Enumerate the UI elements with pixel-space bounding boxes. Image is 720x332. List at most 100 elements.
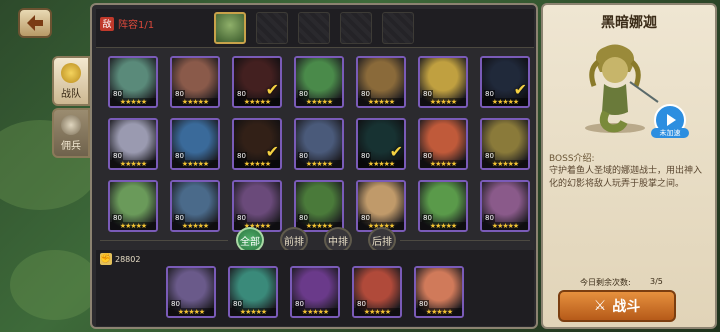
hero-stars: ★★★★★ [420,98,466,106]
hero-card[interactable]: 80 ★★★★★ [294,118,344,170]
hero-card[interactable]: 80 ★★★★★ ✔ [356,118,406,170]
selected-check-icon: ✔ [389,142,403,161]
hero-card[interactable]: 80 ★★★★★ [232,180,282,232]
hero-card[interactable]: 80 ★★★★★ [414,266,464,318]
hero-card[interactable]: 80 ★★★★★ [108,180,158,232]
background-foliage [10,250,100,320]
hero-stars: ★★★★★ [482,160,528,168]
back-button[interactable] [18,8,52,38]
hero-level: 80 [174,90,185,98]
hero-card[interactable]: 80 ★★★★★ [170,180,220,232]
hero-stars: ★★★★★ [296,98,342,106]
hero-grid: 80 ★★★★★ 80 ★★★★★ 80 ★★★★★ ✔ 80 ★★★★★ 80 ★★★★★ 80 ★★… [96,50,534,238]
hero-level: 80 [418,300,429,308]
hero-card[interactable]: 80 ★★★★★ [294,56,344,108]
hero-level: 80 [360,152,371,160]
hero-level: 80 [174,152,185,160]
tab-mercenary-label: 佣兵 [61,140,81,152]
hero-level: 80 [356,300,367,308]
hero-card[interactable]: 80 ★★★★★ ✔ [232,118,282,170]
team-power-value: 28802 [115,254,141,264]
formation-slot-empty[interactable] [256,12,288,44]
hero-level: 80 [360,214,371,222]
crossed-swords-icon: ⚔ [593,298,607,314]
hero-level: 80 [232,300,243,308]
hero-stars: ★★★★★ [172,160,218,168]
hero-card[interactable]: 80 ★★★★★ [480,118,530,170]
hero-card[interactable]: 80 ★★★★★ [108,56,158,108]
hero-stars: ★★★★★ [172,98,218,106]
hero-stars: ★★★★★ [168,308,214,316]
play-icon [667,114,676,126]
hero-card[interactable]: 80 ★★★★★ [418,180,468,232]
formation-label: 阵容1/1 [118,20,155,31]
hero-card[interactable]: 80 ★★★★★ [418,56,468,108]
formation-slot-empty[interactable] [382,12,414,44]
hero-stars: ★★★★★ [110,98,156,106]
hero-card[interactable]: 80 ★★★★★ [480,180,530,232]
hero-level: 80 [236,214,247,222]
hero-stars: ★★★★★ [234,160,280,168]
hero-level: 80 [112,152,123,160]
hero-stars: ★★★★★ [354,308,400,316]
hero-stars: ★★★★★ [358,160,404,168]
boss-intro-text: 守护着鱼人圣域的娜迦战士，用出神入化的幻影将敌人玩弄于股掌之间。 [549,166,703,189]
enemy-badge: 敌 [100,16,114,31]
hero-card[interactable]: 80 ★★★★★ [418,118,468,170]
hero-level: 80 [360,90,371,98]
hero-card[interactable]: 80 ★★★★★ ✔ [232,56,282,108]
hero-card[interactable]: 80 ★★★★★ [108,118,158,170]
team-power: ✊ 28802 [100,252,160,266]
hero-card[interactable]: 80 ★★★★★ [170,118,220,170]
hero-stars: ★★★★★ [358,98,404,106]
hero-level: 80 [422,214,433,222]
hero-level: 80 [484,90,495,98]
attempts-value: 3/5 [650,277,663,286]
hero-card[interactable]: 80 ★★★★★ [170,56,220,108]
selected-check-icon: ✔ [513,80,527,99]
formation-slot-empty[interactable] [340,12,372,44]
attempts-label: 今日剩余次数: [580,278,631,287]
hero-stars: ★★★★★ [110,160,156,168]
hero-level: 80 [112,214,123,222]
hero-card[interactable]: 80 ★★★★★ ✔ [480,56,530,108]
hero-level: 80 [294,300,305,308]
hero-level: 80 [298,214,309,222]
hero-stars: ★★★★★ [416,308,462,316]
tab-team[interactable]: 战队 [52,56,90,106]
boss-intro-title: BOSS介绍: [549,154,595,164]
hero-level: 80 [484,214,495,222]
formation-slot-empty[interactable] [298,12,330,44]
hero-stars: ★★★★★ [230,308,276,316]
hero-card[interactable]: 80 ★★★★★ [228,266,278,318]
hero-level: 80 [298,152,309,160]
tab-mercenary[interactable]: 佣兵 [52,108,90,158]
hero-card[interactable]: 80 ★★★★★ [356,180,406,232]
hero-card[interactable]: 80 ★★★★★ [166,266,216,318]
hero-level: 80 [174,214,185,222]
boss-name: 黑暗娜迦 [601,15,657,31]
tab-team-label: 战队 [61,88,81,100]
fight-button-label: 战斗 [612,299,641,315]
hero-card[interactable]: 80 ★★★★★ [352,266,402,318]
fight-button[interactable]: ⚔ 战斗 [558,290,676,322]
formation-title: 敌 阵容1/1 [100,16,154,31]
play-animation-label: 未加速 [651,128,689,138]
hero-level: 80 [236,90,247,98]
hero-level: 80 [236,152,247,160]
hero-level: 80 [484,152,495,160]
hero-stars: ★★★★★ [234,98,280,106]
hero-card[interactable]: 80 ★★★★★ [356,56,406,108]
formation-slot-filled[interactable] [214,12,246,44]
back-arrow-icon [27,15,43,31]
hero-card[interactable]: 80 ★★★★★ [290,266,340,318]
hero-stars: ★★★★★ [292,308,338,316]
hero-card[interactable]: 80 ★★★★★ [294,180,344,232]
hero-stars: ★★★★★ [482,98,528,106]
hero-level: 80 [298,90,309,98]
hero-stars: ★★★★★ [420,160,466,168]
hero-level: 80 [112,90,123,98]
fist-icon: ✊ [100,253,112,265]
hero-level: 80 [170,300,181,308]
shield-icon [61,62,81,83]
